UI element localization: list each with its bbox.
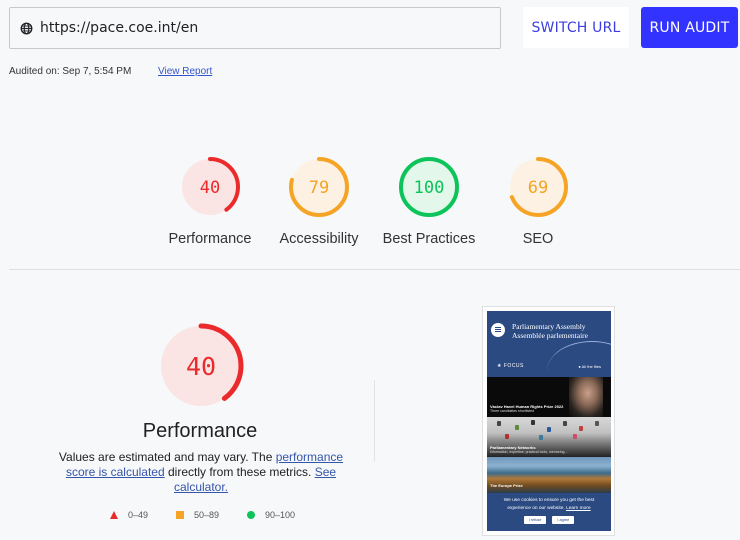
gauge-score: 69: [528, 178, 548, 198]
section-divider: [9, 269, 740, 270]
cookie-banner: We use cookies to ensure you get the bes…: [487, 493, 611, 531]
portrait-image: [569, 377, 603, 417]
focus-label: ★ FOCUS: [497, 363, 524, 369]
url-text: https://pace.coe.int/en: [40, 20, 199, 36]
summary-gauges: 40 Performance 79 Accessibility 100 Best…: [0, 156, 740, 256]
gauge-seo[interactable]: 69 SEO: [478, 156, 598, 247]
gauge-ring: 100: [399, 157, 459, 217]
prize-caption: The Europe Prize: [490, 483, 523, 488]
legend-range: 90–100: [265, 510, 296, 520]
triangle-icon: [110, 511, 118, 519]
square-icon: [176, 511, 184, 519]
gauge-accessibility[interactable]: 79 Accessibility: [259, 156, 379, 247]
site-title-line: Assemblée parlementaire: [512, 330, 589, 340]
network-subcaption: Information, expertise, practical tools,…: [490, 450, 568, 454]
network-image: Parliamentary Networks Information, expe…: [487, 417, 611, 457]
gauge-score: 100: [414, 178, 445, 198]
url-input[interactable]: https://pace.coe.int/en: [9, 7, 501, 49]
cookie-agree-button: I agree: [552, 516, 575, 524]
gauge-label: Performance: [168, 231, 252, 247]
gauge-ring: 40: [180, 157, 240, 217]
view-report-link[interactable]: View Report: [158, 66, 212, 77]
legend-pass: 90–100: [247, 510, 295, 520]
gauge-ring: 79: [289, 157, 349, 217]
coast-image: The Europe Prize: [487, 457, 611, 493]
performance-description: Values are estimated and may vary. The p…: [56, 450, 346, 495]
score-legend: 0–49 50–89 90–100: [0, 510, 400, 522]
cookie-refuse-button: I refuse: [523, 516, 547, 524]
gauge-ring: 69: [508, 157, 568, 217]
site-title: Parliamentary Assembly Assemblée parleme…: [512, 322, 589, 340]
legend-range: 50–89: [194, 510, 220, 520]
screenshot-screen: Parliamentary Assembly Assemblée parleme…: [487, 311, 611, 531]
legend-range: 0–49: [128, 510, 149, 520]
switch-url-button[interactable]: SWITCH URL: [523, 7, 629, 48]
legend-average: 50–89: [176, 510, 219, 520]
gauge-best-practices[interactable]: 100 Best Practices: [369, 156, 489, 247]
globe-icon: [20, 22, 33, 34]
hero-image: Václav Havel Human Rights Prize 2022 Thr…: [487, 377, 611, 417]
audited-timestamp: Audited on: Sep 7, 5:54 PM: [9, 66, 132, 77]
cookie-text: We use cookies to ensure you get the bes…: [487, 493, 611, 513]
gauge-ring: 40: [158, 323, 244, 409]
cookie-learn-more: Learn more: [566, 506, 591, 511]
description-text: Values are estimated and may vary. The: [58, 450, 276, 464]
gauge-label: Best Practices: [382, 231, 476, 247]
cookie-line: We use cookies to ensure you get the bes…: [503, 498, 595, 503]
gauge-score: 40: [200, 178, 220, 198]
legend-fail: 0–49: [110, 510, 148, 520]
cookie-buttons: I refuse I agree: [487, 516, 611, 524]
gauge-performance[interactable]: 40 Performance: [150, 156, 270, 247]
performance-title: Performance: [142, 420, 258, 442]
description-text: directly from these metrics.: [164, 465, 315, 479]
gauge-label: SEO: [522, 231, 554, 247]
page-screenshot-thumbnail: Parliamentary Assembly Assemblée parleme…: [482, 306, 615, 536]
circle-icon: [247, 511, 255, 519]
run-audit-button[interactable]: RUN AUDIT: [641, 7, 738, 48]
cookie-line: experience on our website.: [507, 506, 565, 511]
vertical-divider: [374, 380, 375, 462]
hero-subcaption: Three candidates shortlisted: [490, 409, 534, 413]
performance-detail-gauge: 40: [158, 323, 244, 414]
gauge-label: Accessibility: [279, 231, 359, 247]
menu-icon: [491, 323, 505, 337]
gauge-score: 40: [186, 352, 216, 381]
gauge-score: 79: [309, 178, 329, 198]
